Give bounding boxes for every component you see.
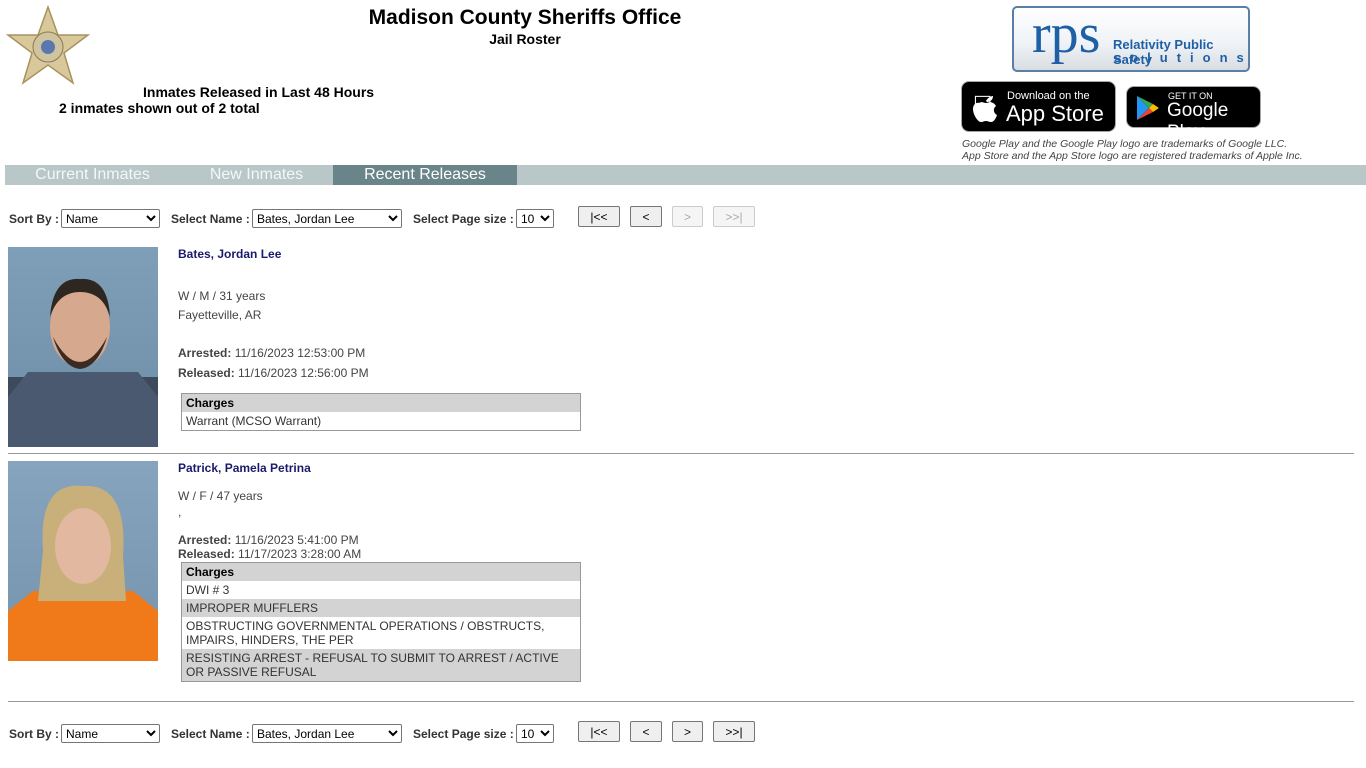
sort-select[interactable]: Name	[61, 209, 160, 228]
inmate-name[interactable]: Patrick, Pamela Petrina	[178, 461, 361, 475]
tab-bar: Current Inmates New Inmates Recent Relea…	[5, 165, 1366, 185]
released-heading: Inmates Released in Last 48 Hours	[143, 84, 375, 100]
inmate-info: Bates, Jordan Lee W / M / 31 years Fayet…	[178, 247, 369, 380]
first-page-button[interactable]: |<<	[578, 721, 620, 742]
arrested-label: Arrested:	[178, 346, 232, 360]
inmate-info: Patrick, Pamela Petrina W / F / 47 years…	[178, 461, 361, 561]
divider	[8, 453, 1354, 454]
mugshot-female	[8, 485, 158, 661]
google-play-icon	[1137, 96, 1159, 120]
inmate-demographics: W / M / 31 years	[178, 289, 266, 303]
inmate-count: 2 inmates shown out of 2 total	[59, 100, 260, 116]
trademark-notice: Google Play and the Google Play logo are…	[962, 138, 1303, 162]
sort-label: Sort By :	[9, 727, 60, 741]
google-play-badge[interactable]: GET IT ON Google Play	[1126, 86, 1261, 143]
sort-label: Sort By :	[9, 212, 60, 226]
released-label: Released:	[178, 366, 235, 380]
tab-current-inmates[interactable]: Current Inmates	[5, 165, 180, 185]
released-label: Released:	[178, 547, 235, 561]
divider	[8, 701, 1354, 702]
page-size-select[interactable]: 10	[516, 724, 554, 743]
app-store-big: App Store	[1006, 101, 1104, 126]
sort-select[interactable]: Name	[61, 724, 160, 743]
mugshot-male	[8, 278, 158, 447]
page-size-label: Select Page size :	[413, 727, 514, 741]
prev-page-button[interactable]: <	[630, 721, 662, 742]
prev-page-button[interactable]: <	[630, 206, 662, 227]
page-subtitle: Jail Roster	[489, 31, 561, 47]
inmate-demographics: W / F / 47 years	[178, 489, 263, 503]
page-title: Madison County Sheriffs Office	[368, 6, 682, 29]
name-select[interactable]: Bates, Jordan Lee	[252, 724, 402, 743]
tab-new-inmates[interactable]: New Inmates	[180, 165, 333, 185]
charges-table: Charges DWI # 3 IMPROPER MUFFLERS OBSTRU…	[181, 562, 581, 682]
arrested-date: 11/16/2023 5:41:00 PM	[234, 533, 359, 547]
inmate-name[interactable]: Bates, Jordan Lee	[178, 247, 369, 261]
name-label: Select Name :	[171, 212, 250, 226]
inmate-photo[interactable]	[8, 461, 158, 661]
name-label: Select Name :	[171, 727, 250, 741]
page-size-select[interactable]: 10	[516, 209, 554, 228]
charge-row: DWI # 3	[186, 583, 230, 597]
rps-logo-line2: solutions	[1114, 50, 1253, 65]
charge-row: RESISTING ARREST - REFUSAL TO SUBMIT TO …	[182, 649, 580, 681]
tab-recent-releases[interactable]: Recent Releases	[333, 165, 517, 185]
charge-row: Warrant (MCSO Warrant)	[186, 414, 322, 428]
charges-table: Charges Warrant (MCSO Warrant)	[181, 393, 581, 431]
released-date: 11/17/2023 3:28:00 AM	[238, 547, 362, 561]
inmate-location: ,	[178, 505, 182, 519]
arrested-date: 11/16/2023 12:53:00 PM	[234, 346, 366, 360]
page-size-label: Select Page size :	[413, 212, 514, 226]
next-page-button[interactable]: >	[672, 206, 703, 227]
name-select[interactable]: Bates, Jordan Lee	[252, 209, 402, 228]
inmate-photo[interactable]	[8, 247, 158, 447]
charges-header: Charges	[182, 563, 580, 581]
rps-logo-text: rps	[1032, 3, 1101, 65]
last-page-button[interactable]: >>|	[713, 721, 755, 742]
arrested-label: Arrested:	[178, 533, 232, 547]
charges-header: Charges	[182, 394, 580, 412]
top-controls: Sort By : Name Select Name : Bates, Jord…	[0, 206, 800, 232]
rps-logo[interactable]: rps Relativity Public Safety solutions	[1012, 3, 1253, 72]
app-store-badge[interactable]:  Download on the App Store	[961, 81, 1116, 132]
inmate-location: Fayetteville, AR	[178, 308, 262, 322]
apple-logo-icon	[973, 96, 997, 122]
released-date: 11/16/2023 12:56:00 PM	[238, 366, 369, 380]
trademark-apple: App Store and the App Store logo are reg…	[962, 150, 1303, 162]
first-page-button[interactable]: |<<	[578, 206, 620, 227]
next-page-button[interactable]: >	[672, 721, 703, 742]
bottom-controls: Sort By : Name Select Name : Bates, Jord…	[0, 721, 800, 747]
trademark-google: Google Play and the Google Play logo are…	[962, 138, 1288, 150]
last-page-button[interactable]: >>|	[713, 206, 755, 227]
charge-row: OBSTRUCTING GOVERNMENTAL OPERATIONS / OB…	[186, 619, 545, 647]
charge-row: IMPROPER MUFFLERS	[182, 599, 580, 617]
